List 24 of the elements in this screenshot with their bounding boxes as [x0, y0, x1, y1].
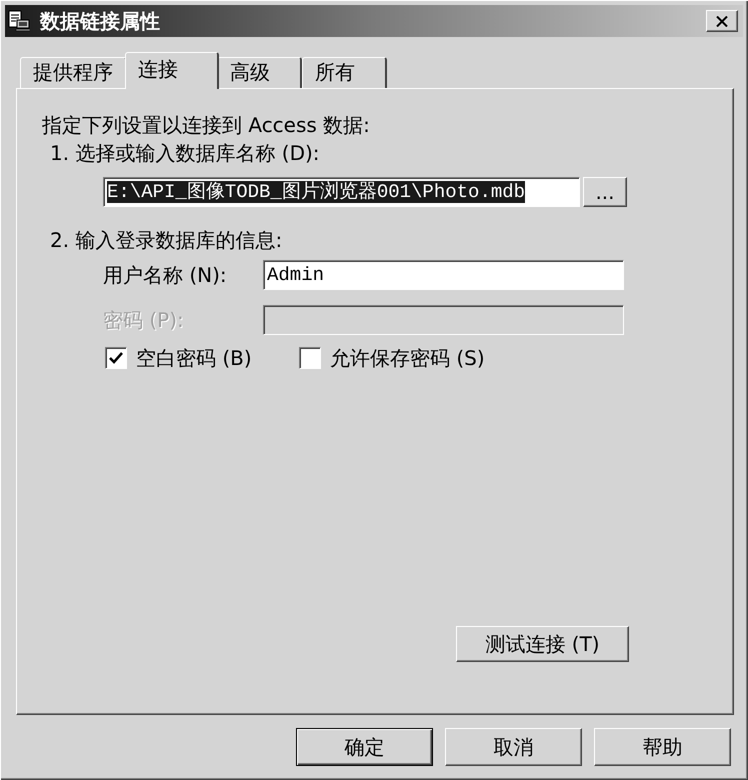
checkbox-label: 允许保存密码 (S) [330, 346, 485, 370]
tab[interactable]: 提供程序 [20, 57, 127, 88]
step-label: 2. 输入登录数据库的信息: [50, 228, 282, 252]
close-icon [716, 16, 728, 26]
input-field[interactable]: Admin [263, 260, 624, 290]
checkbox[interactable] [105, 347, 127, 369]
dialog-button[interactable]: 确定 [296, 728, 433, 766]
close-button[interactable] [706, 10, 738, 32]
tab[interactable]: 高级 [217, 57, 302, 88]
tab[interactable]: 所有 [302, 57, 387, 88]
browse-button[interactable]: ... [583, 177, 627, 207]
checkmark-icon [109, 352, 123, 364]
checkbox[interactable] [299, 347, 321, 369]
field-label: 用户名称 (N): [103, 263, 228, 287]
database-path-field[interactable]: E:\API_图像TODB_图片浏览器001\Photo.mdb [103, 177, 580, 207]
window-title: 数据链接属性 [40, 9, 160, 33]
checkbox-label: 空白密码 (B) [136, 346, 252, 370]
tab[interactable]: 连接 [125, 52, 219, 89]
intro-text: 指定下列设置以连接到 Access 数据: [42, 113, 370, 137]
dialog-button[interactable]: 帮助 [594, 728, 731, 766]
step-label: 1. 选择或输入数据库名称 (D): [50, 141, 320, 165]
dialog-button[interactable]: 取消 [445, 728, 582, 766]
monitor-icon [8, 10, 30, 32]
test-connection-button[interactable]: 测试连接 (T) [456, 626, 629, 662]
